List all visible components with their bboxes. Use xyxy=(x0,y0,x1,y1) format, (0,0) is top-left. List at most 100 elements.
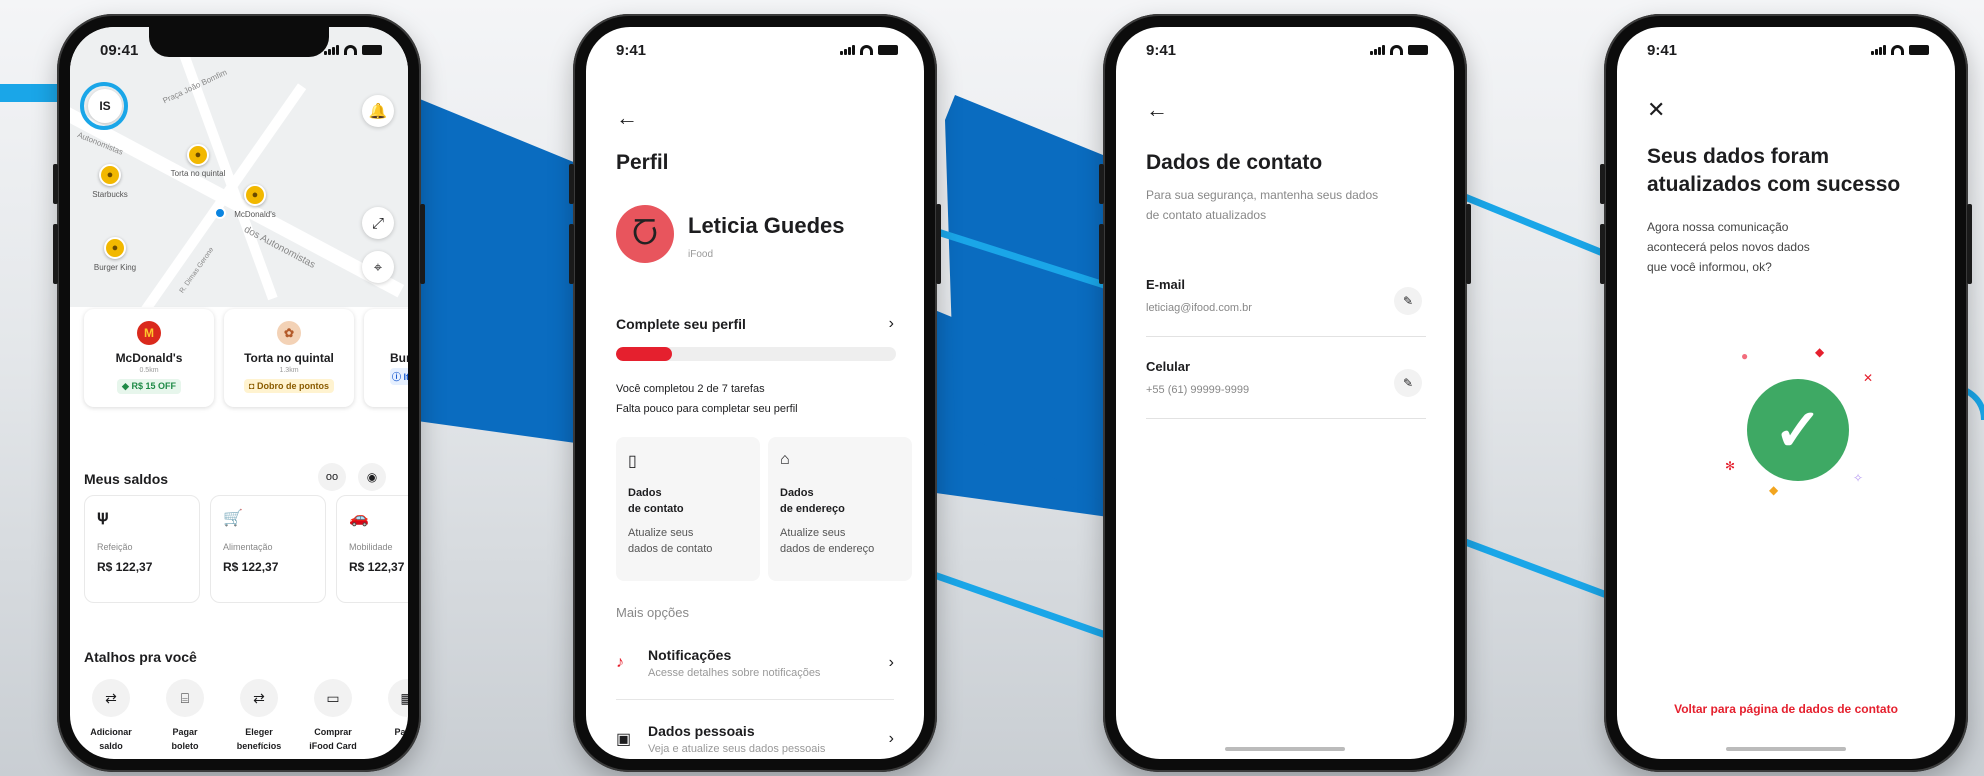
confetti-icon: ● xyxy=(1741,349,1749,363)
battery-icon xyxy=(362,45,382,55)
restaurant-card[interactable]: Bur ⓘ It xyxy=(364,309,408,407)
card-title: Dados xyxy=(628,487,662,499)
wifi-icon xyxy=(1390,45,1403,55)
back-to-contact-link[interactable]: Voltar para página de dados de contato xyxy=(1617,702,1955,716)
back-arrow-icon[interactable]: ← xyxy=(616,105,638,131)
shortcut-pay-qr[interactable]: ▦ Pagar QR xyxy=(374,679,408,753)
wifi-icon xyxy=(1891,45,1904,55)
shortcut-choose-benefits[interactable]: ⇄ Eleger benefícios xyxy=(226,679,292,753)
task-cards: ▯ Dados de contato Atualize seus dados d… xyxy=(616,437,912,581)
back-arrow-icon[interactable]: ← xyxy=(1146,97,1168,123)
restaurant-name: Bur xyxy=(390,351,408,365)
card-desc: dados de endereço xyxy=(780,543,875,555)
map-pin-label: Burger King xyxy=(93,263,137,272)
restaurant-carousel[interactable]: M McDonald's 0.5km ◆ R$ 15 OFF ✿ Torta n… xyxy=(84,309,408,407)
barcode-scan-icon: ⌸ xyxy=(166,679,204,717)
card-title: de contato xyxy=(628,503,684,515)
shortcut-label: Adicionar xyxy=(90,727,132,737)
balance-card[interactable]: 🚗 Mobilidade R$ 122,37 xyxy=(336,495,408,603)
success-text: que você informou, ok? xyxy=(1647,260,1772,274)
check-success-icon: ✓ xyxy=(1747,379,1849,481)
car-icon: 🚗 xyxy=(349,510,369,527)
balance-card[interactable]: 𝛙 Refeição R$ 122,37 xyxy=(84,495,200,603)
edit-pencil-icon[interactable]: ✎ xyxy=(1394,287,1422,315)
shortcuts-title: Atalhos pra você xyxy=(84,649,197,665)
confetti-icon: ✕ xyxy=(1863,371,1874,385)
shortcut-label: boleto xyxy=(171,741,199,751)
map-pin-icon[interactable]: ● xyxy=(99,164,121,186)
map-pin-icon[interactable]: ● xyxy=(104,237,126,259)
field-label: E-mail xyxy=(1146,277,1186,292)
balance-card[interactable]: 🛒 Alimentação R$ 122,37 xyxy=(210,495,326,603)
battery-icon xyxy=(878,45,898,55)
shortcut-pay-bill[interactable]: ⌸ Pagar boleto xyxy=(152,679,218,753)
fork-knife-icon: 𝛙 xyxy=(97,508,109,525)
status-time: 09:41 xyxy=(100,41,139,59)
progress-fill xyxy=(616,347,672,361)
complete-profile-link[interactable]: Complete seu perfil › xyxy=(616,315,894,333)
phone-field[interactable]: Celular +55 (61) 99999-9999 ✎ xyxy=(1146,359,1426,419)
location-dot-icon xyxy=(214,207,226,219)
signal-icon xyxy=(1370,45,1385,55)
option-subtitle: Veja e atualize seus dados pessoais xyxy=(648,743,826,755)
hide-values-icon[interactable]: oo xyxy=(318,463,346,491)
shortcut-label: iFood Card xyxy=(309,741,357,751)
status-time: 9:41 xyxy=(616,41,647,59)
locate-icon[interactable]: ⌖ xyxy=(362,251,394,283)
option-title: Notificações xyxy=(648,647,732,663)
expand-icon[interactable]: ⤢ xyxy=(362,207,394,239)
map-pin-icon[interactable]: ● xyxy=(244,184,266,206)
confetti-icon: ✻ xyxy=(1725,459,1736,473)
shortcut-label: Pagar xyxy=(172,727,198,737)
card-desc: Atualize seus xyxy=(628,527,694,539)
more-options-heading: Mais opções xyxy=(616,605,689,620)
email-field[interactable]: E-mail leticiag@ifood.com.br ✎ xyxy=(1146,277,1426,337)
balance-label: Mobilidade xyxy=(349,542,393,552)
status-bar: 9:41 xyxy=(1617,27,1955,73)
page-title: Perfil xyxy=(616,151,669,174)
phone-contact-data: 9:41 ← Dados de contato Para sua seguran… xyxy=(1099,14,1471,772)
map-pin-label: McDonald's xyxy=(234,210,276,219)
balance-value: R$ 122,37 xyxy=(223,560,279,574)
restaurant-tag: ⓘ It xyxy=(390,368,408,385)
shortcut-label: saldo xyxy=(99,741,123,751)
bell-icon: ♪ xyxy=(616,654,624,671)
task-card-contact[interactable]: ▯ Dados de contato Atualize seus dados d… xyxy=(616,437,760,581)
shortcut-label: Eleger xyxy=(245,727,273,737)
status-time: 9:41 xyxy=(1647,41,1678,59)
status-time: 9:41 xyxy=(1146,41,1177,59)
option-notifications[interactable]: ♪ Notificações Acesse detalhes sobre noti… xyxy=(616,647,894,679)
map-pin-icon[interactable]: ● xyxy=(187,144,209,166)
restaurant-distance: 0.5km xyxy=(139,367,159,374)
home-indicator xyxy=(1225,747,1345,751)
progress-text: Você completou 2 de 7 tarefas xyxy=(616,383,765,395)
field-value: leticiag@ifood.com.br xyxy=(1146,302,1252,314)
card-title: de endereço xyxy=(780,503,845,515)
map-pin-label: Torta no quintal xyxy=(170,169,226,178)
restaurant-distance: 1.3km xyxy=(279,367,299,374)
option-personal-data[interactable]: ▣ Dados pessoais Veja e atualize seus dad… xyxy=(616,723,894,755)
restaurant-card[interactable]: M McDonald's 0.5km ◆ R$ 15 OFF xyxy=(84,309,214,407)
page-subtitle: Para sua segurança, mantenha seus dados xyxy=(1146,188,1379,202)
eye-icon[interactable]: ◉ xyxy=(358,463,386,491)
restaurant-name: McDonald's xyxy=(115,351,183,365)
profile-avatar[interactable]: Ⴀ xyxy=(616,205,674,263)
shortcut-buy-card[interactable]: ▭ Comprar iFood Card xyxy=(300,679,366,753)
notification-bell-icon[interactable]: 🔔 xyxy=(362,95,394,127)
shortcut-label: Pagar xyxy=(394,727,408,737)
user-name: Leticia Guedes xyxy=(688,213,845,238)
close-icon[interactable]: ✕ xyxy=(1647,97,1665,123)
card-desc: Atualize seus xyxy=(780,527,846,539)
status-bar: 9:41 xyxy=(586,27,924,73)
shortcut-add-balance[interactable]: ⇄ Adicionar saldo xyxy=(78,679,144,753)
edit-pencil-icon[interactable]: ✎ xyxy=(1394,369,1422,397)
home-indicator xyxy=(1726,747,1846,751)
page-title: Dados de contato xyxy=(1146,151,1323,174)
profile-progress-bar xyxy=(616,347,896,361)
field-value: +55 (61) 99999-9999 xyxy=(1146,384,1250,396)
battery-icon xyxy=(1408,45,1428,55)
signal-icon xyxy=(1871,45,1886,55)
signal-icon xyxy=(840,45,855,55)
task-card-address[interactable]: ⌂ Dados de endereço Atualize seus dados … xyxy=(768,437,912,581)
restaurant-card[interactable]: ✿ Torta no quintal 1.3km ◘ Dobro de pont… xyxy=(224,309,354,407)
